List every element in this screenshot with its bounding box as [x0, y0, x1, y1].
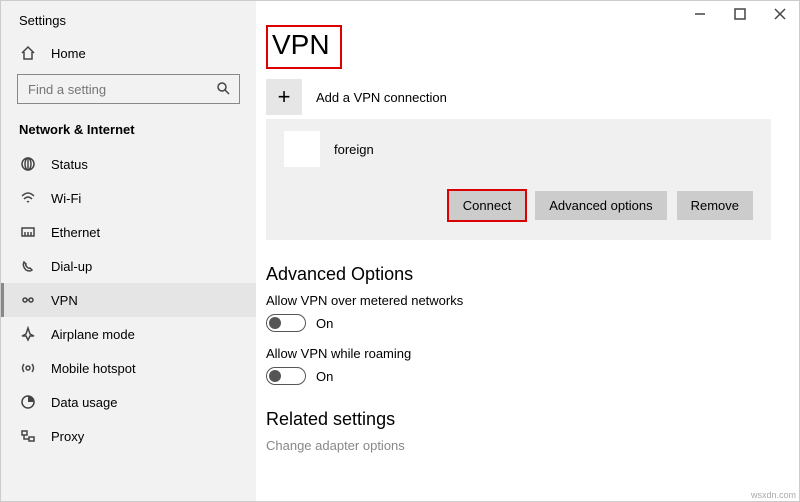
plus-icon: + [266, 79, 302, 115]
metered-state: On [316, 316, 333, 331]
sidebar-item-label: Wi-Fi [51, 191, 81, 206]
vpn-icon [19, 292, 37, 308]
hotspot-icon [19, 360, 37, 376]
datausage-icon [19, 394, 37, 410]
sidebar-home[interactable]: Home [1, 36, 256, 70]
dialup-icon [19, 258, 37, 274]
main-panel: VPN + Add a VPN connection foreign Conne… [256, 1, 799, 501]
sidebar-item-datausage[interactable]: Data usage [1, 385, 256, 419]
sidebar-item-vpn[interactable]: VPN [1, 283, 256, 317]
vpn-connection-name: foreign [334, 142, 374, 157]
sidebar-item-label: Dial-up [51, 259, 92, 274]
sidebar-item-label: Mobile hotspot [51, 361, 136, 376]
sidebar-item-ethernet[interactable]: Ethernet [1, 215, 256, 249]
search-icon [215, 80, 231, 99]
sidebar-item-label: Status [51, 157, 88, 172]
watermark: wsxdn.com [751, 490, 796, 500]
minimize-button[interactable] [680, 0, 720, 28]
search-input[interactable] [26, 81, 215, 98]
sidebar-item-proxy[interactable]: Proxy [1, 419, 256, 453]
sidebar-item-status[interactable]: Status [1, 147, 256, 181]
remove-button[interactable]: Remove [677, 191, 753, 220]
maximize-button[interactable] [720, 0, 760, 28]
vpn-connection-card[interactable]: foreign Connect Advanced options Remove [266, 119, 771, 240]
close-button[interactable] [760, 0, 800, 28]
sidebar-item-hotspot[interactable]: Mobile hotspot [1, 351, 256, 385]
search-box[interactable] [17, 74, 240, 104]
sidebar-item-label: Data usage [51, 395, 118, 410]
sidebar-group-title: Network & Internet [1, 116, 256, 147]
sidebar-item-label: VPN [51, 293, 78, 308]
sidebar-item-airplane[interactable]: Airplane mode [1, 317, 256, 351]
sidebar-item-label: Ethernet [51, 225, 100, 240]
airplane-icon [19, 326, 37, 342]
change-adapter-link[interactable]: Change adapter options [266, 438, 771, 453]
add-vpn-row[interactable]: + Add a VPN connection [266, 79, 771, 115]
app-title: Settings [1, 11, 256, 36]
sidebar-item-wifi[interactable]: Wi-Fi [1, 181, 256, 215]
related-settings-heading: Related settings [266, 409, 771, 430]
connect-button[interactable]: Connect [449, 191, 525, 220]
ethernet-icon [19, 224, 37, 240]
metered-label: Allow VPN over metered networks [266, 293, 771, 308]
advanced-options-heading: Advanced Options [266, 264, 771, 285]
sidebar-item-label: Airplane mode [51, 327, 135, 342]
page-title: VPN [266, 25, 342, 69]
status-icon [19, 156, 37, 172]
sidebar-home-label: Home [51, 46, 86, 61]
sidebar: Settings Home Network & Internet Status … [1, 1, 256, 501]
advanced-options-button[interactable]: Advanced options [535, 191, 666, 220]
roaming-state: On [316, 369, 333, 384]
wifi-icon [19, 190, 37, 206]
proxy-icon [19, 428, 37, 444]
vpn-connection-icon [284, 131, 320, 167]
sidebar-item-label: Proxy [51, 429, 84, 444]
add-vpn-label: Add a VPN connection [316, 90, 447, 105]
home-icon [19, 45, 37, 61]
metered-toggle[interactable] [266, 314, 306, 332]
roaming-toggle[interactable] [266, 367, 306, 385]
sidebar-item-dialup[interactable]: Dial-up [1, 249, 256, 283]
roaming-label: Allow VPN while roaming [266, 346, 771, 361]
